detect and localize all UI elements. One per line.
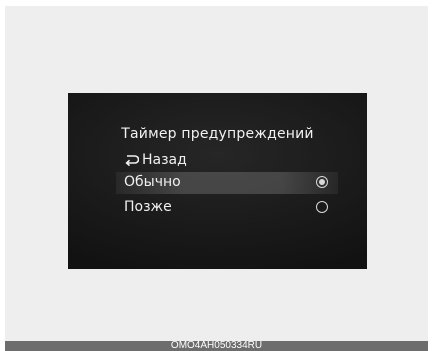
radio-selected-icon xyxy=(316,176,328,188)
cluster-display-screen: Таймер предупреждений Назад Обычно Позже xyxy=(68,93,367,269)
back-arrow-icon xyxy=(124,154,139,166)
option-label: Обычно xyxy=(124,174,181,190)
back-label: Назад xyxy=(142,152,187,168)
figure-code: OMO4AH050334RU xyxy=(5,341,428,351)
option-normal[interactable]: Обычно xyxy=(116,172,338,194)
back-button[interactable]: Назад xyxy=(124,152,187,168)
option-label: Позже xyxy=(124,199,172,215)
radio-unselected-icon xyxy=(316,201,328,213)
option-later[interactable]: Позже xyxy=(116,197,338,219)
manual-illustration-frame: Таймер предупреждений Назад Обычно Позже xyxy=(5,6,428,341)
menu-title: Таймер предупреждений xyxy=(121,126,314,142)
